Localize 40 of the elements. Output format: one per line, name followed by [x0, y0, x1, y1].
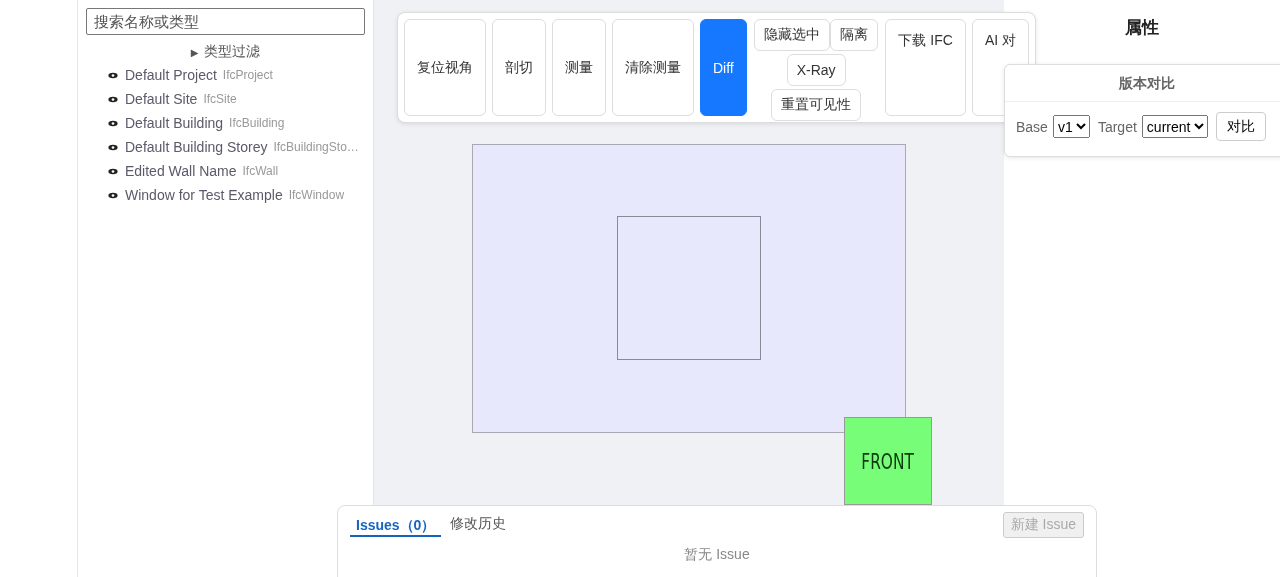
toolbar-button[interactable]: 清除测量 — [612, 19, 694, 116]
item-type: IfcWindow — [288, 188, 345, 202]
item-type: IfcSite — [203, 92, 237, 106]
toolbar-button[interactable]: 复位视角 — [404, 19, 486, 116]
eye-icon[interactable] — [108, 191, 118, 199]
panel-tab[interactable]: 修改历史 — [444, 512, 513, 538]
tree-item[interactable]: Default Building Storey — [125, 139, 268, 155]
target-select[interactable]: current — [1141, 115, 1208, 138]
panel-title: 属性 — [1124, 17, 1160, 39]
base-label: Base — [1016, 118, 1048, 135]
panel-tab[interactable]: Issues（0） — [350, 513, 442, 537]
toolbar-button[interactable]: 剖切 — [492, 19, 546, 116]
toolbar-button[interactable]: 重置可见性 — [771, 89, 862, 121]
empty-message: 暂无 Issue — [683, 546, 751, 564]
eye-icon[interactable] — [108, 119, 118, 127]
toolbar-button[interactable]: 下载 IFC — [885, 19, 966, 116]
search-field[interactable]: 搜索名称或类型 — [86, 8, 365, 35]
eye-icon[interactable] — [108, 95, 118, 103]
tree-item[interactable]: Default Project — [125, 67, 217, 83]
tree-item[interactable]: Default Building — [125, 115, 224, 131]
eye-icon[interactable] — [108, 71, 118, 79]
type-filter-toggle[interactable]: ▶ 类型过滤 — [190, 43, 261, 61]
item-type: IfcBuildingSto… — [273, 140, 359, 154]
tree-item[interactable]: Window for Test Example — [125, 187, 283, 203]
item-type: IfcBuilding — [229, 116, 285, 130]
base-select[interactable]: v1 — [1052, 115, 1090, 138]
item-type: IfcProject — [222, 68, 273, 82]
tree-item[interactable]: Default Site — [125, 91, 198, 107]
target-label: Target — [1097, 118, 1137, 135]
view-cube[interactable]: FRONT — [844, 417, 932, 505]
compare-button[interactable]: 对比 — [1215, 112, 1266, 141]
toolbar-button[interactable]: 测量 — [552, 19, 606, 116]
toolbar-button[interactable]: Diff — [700, 19, 747, 116]
eye-icon[interactable] — [108, 143, 118, 151]
tree-item[interactable]: Edited Wall Name — [125, 163, 237, 179]
toolbar-button[interactable]: 隐藏选中 — [754, 19, 831, 51]
toolbar-button[interactable]: 隔离 — [830, 19, 879, 51]
eye-icon[interactable] — [108, 167, 118, 175]
item-type: IfcWall — [242, 164, 279, 178]
toolbar-button[interactable]: X-Ray — [786, 54, 846, 86]
